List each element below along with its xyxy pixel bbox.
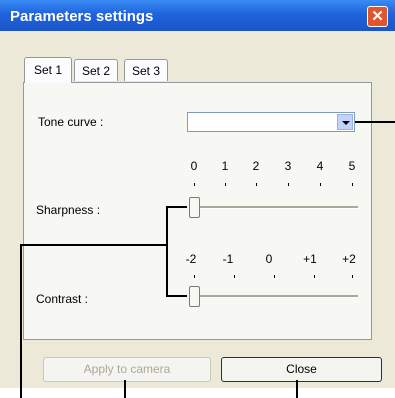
sharpness-tick-label: 4 xyxy=(316,159,324,173)
callout-line-sliders-down xyxy=(20,244,22,398)
contrast-tick xyxy=(274,275,275,278)
window-title: Parameters settings xyxy=(10,8,154,25)
callout-line-contrast xyxy=(167,295,187,297)
sharpness-tick xyxy=(288,183,289,186)
close-button[interactable]: Close xyxy=(221,357,382,382)
contrast-tick-label: +2 xyxy=(342,252,356,266)
contrast-tick xyxy=(352,275,353,278)
contrast-slider-track[interactable] xyxy=(192,295,358,298)
tab-set-2[interactable]: Set 2 xyxy=(74,59,118,81)
contrast-tick-label: +1 xyxy=(303,252,317,266)
tone-curve-label: Tone curve : xyxy=(38,115,104,129)
sharpness-tick-label: 2 xyxy=(252,159,260,173)
callout-line-close xyxy=(296,380,298,398)
contrast-slider-thumb[interactable] xyxy=(189,286,200,307)
contrast-tick xyxy=(194,275,195,278)
tone-curve-dropdown[interactable] xyxy=(187,112,355,132)
contrast-tick-label: -1 xyxy=(222,252,234,266)
callout-line-sliders-horizontal xyxy=(20,244,167,246)
callout-line-apply xyxy=(124,380,126,398)
sharpness-tick-label: 0 xyxy=(190,159,198,173)
sharpness-tick xyxy=(194,183,195,186)
contrast-tick xyxy=(314,275,315,278)
close-icon: ✕ xyxy=(371,8,384,25)
parameters-dialog: Parameters settings ✕ Set 1 Set 2 Set 3 … xyxy=(0,0,395,388)
sharpness-tick xyxy=(320,183,321,186)
contrast-tick-label: 0 xyxy=(265,252,273,266)
sharpness-label: Sharpness : xyxy=(36,203,101,217)
callout-line-sliders-vertical xyxy=(166,206,168,297)
apply-to-camera-button[interactable]: Apply to camera xyxy=(43,357,211,382)
sharpness-tick-label: 5 xyxy=(348,159,356,173)
sharpness-tick-label: 1 xyxy=(221,159,229,173)
close-window-button[interactable]: ✕ xyxy=(367,6,388,27)
title-bar[interactable]: Parameters settings ✕ xyxy=(0,0,395,31)
sharpness-tick xyxy=(352,183,353,186)
contrast-tick xyxy=(234,275,235,278)
tab-set-1[interactable]: Set 1 xyxy=(24,57,72,83)
tab-set-3[interactable]: Set 3 xyxy=(124,59,168,81)
sharpness-slider-thumb[interactable] xyxy=(189,197,200,218)
sharpness-slider-track[interactable] xyxy=(192,206,358,209)
sharpness-tick xyxy=(256,183,257,186)
chevron-down-icon[interactable] xyxy=(337,114,353,130)
contrast-label: Contrast : xyxy=(36,292,89,306)
callout-line-sharpness xyxy=(167,206,187,208)
sharpness-tick-label: 3 xyxy=(284,159,292,173)
contrast-tick-label: -2 xyxy=(185,252,197,266)
callout-line-tone-curve xyxy=(355,121,395,123)
sharpness-tick xyxy=(225,183,226,186)
